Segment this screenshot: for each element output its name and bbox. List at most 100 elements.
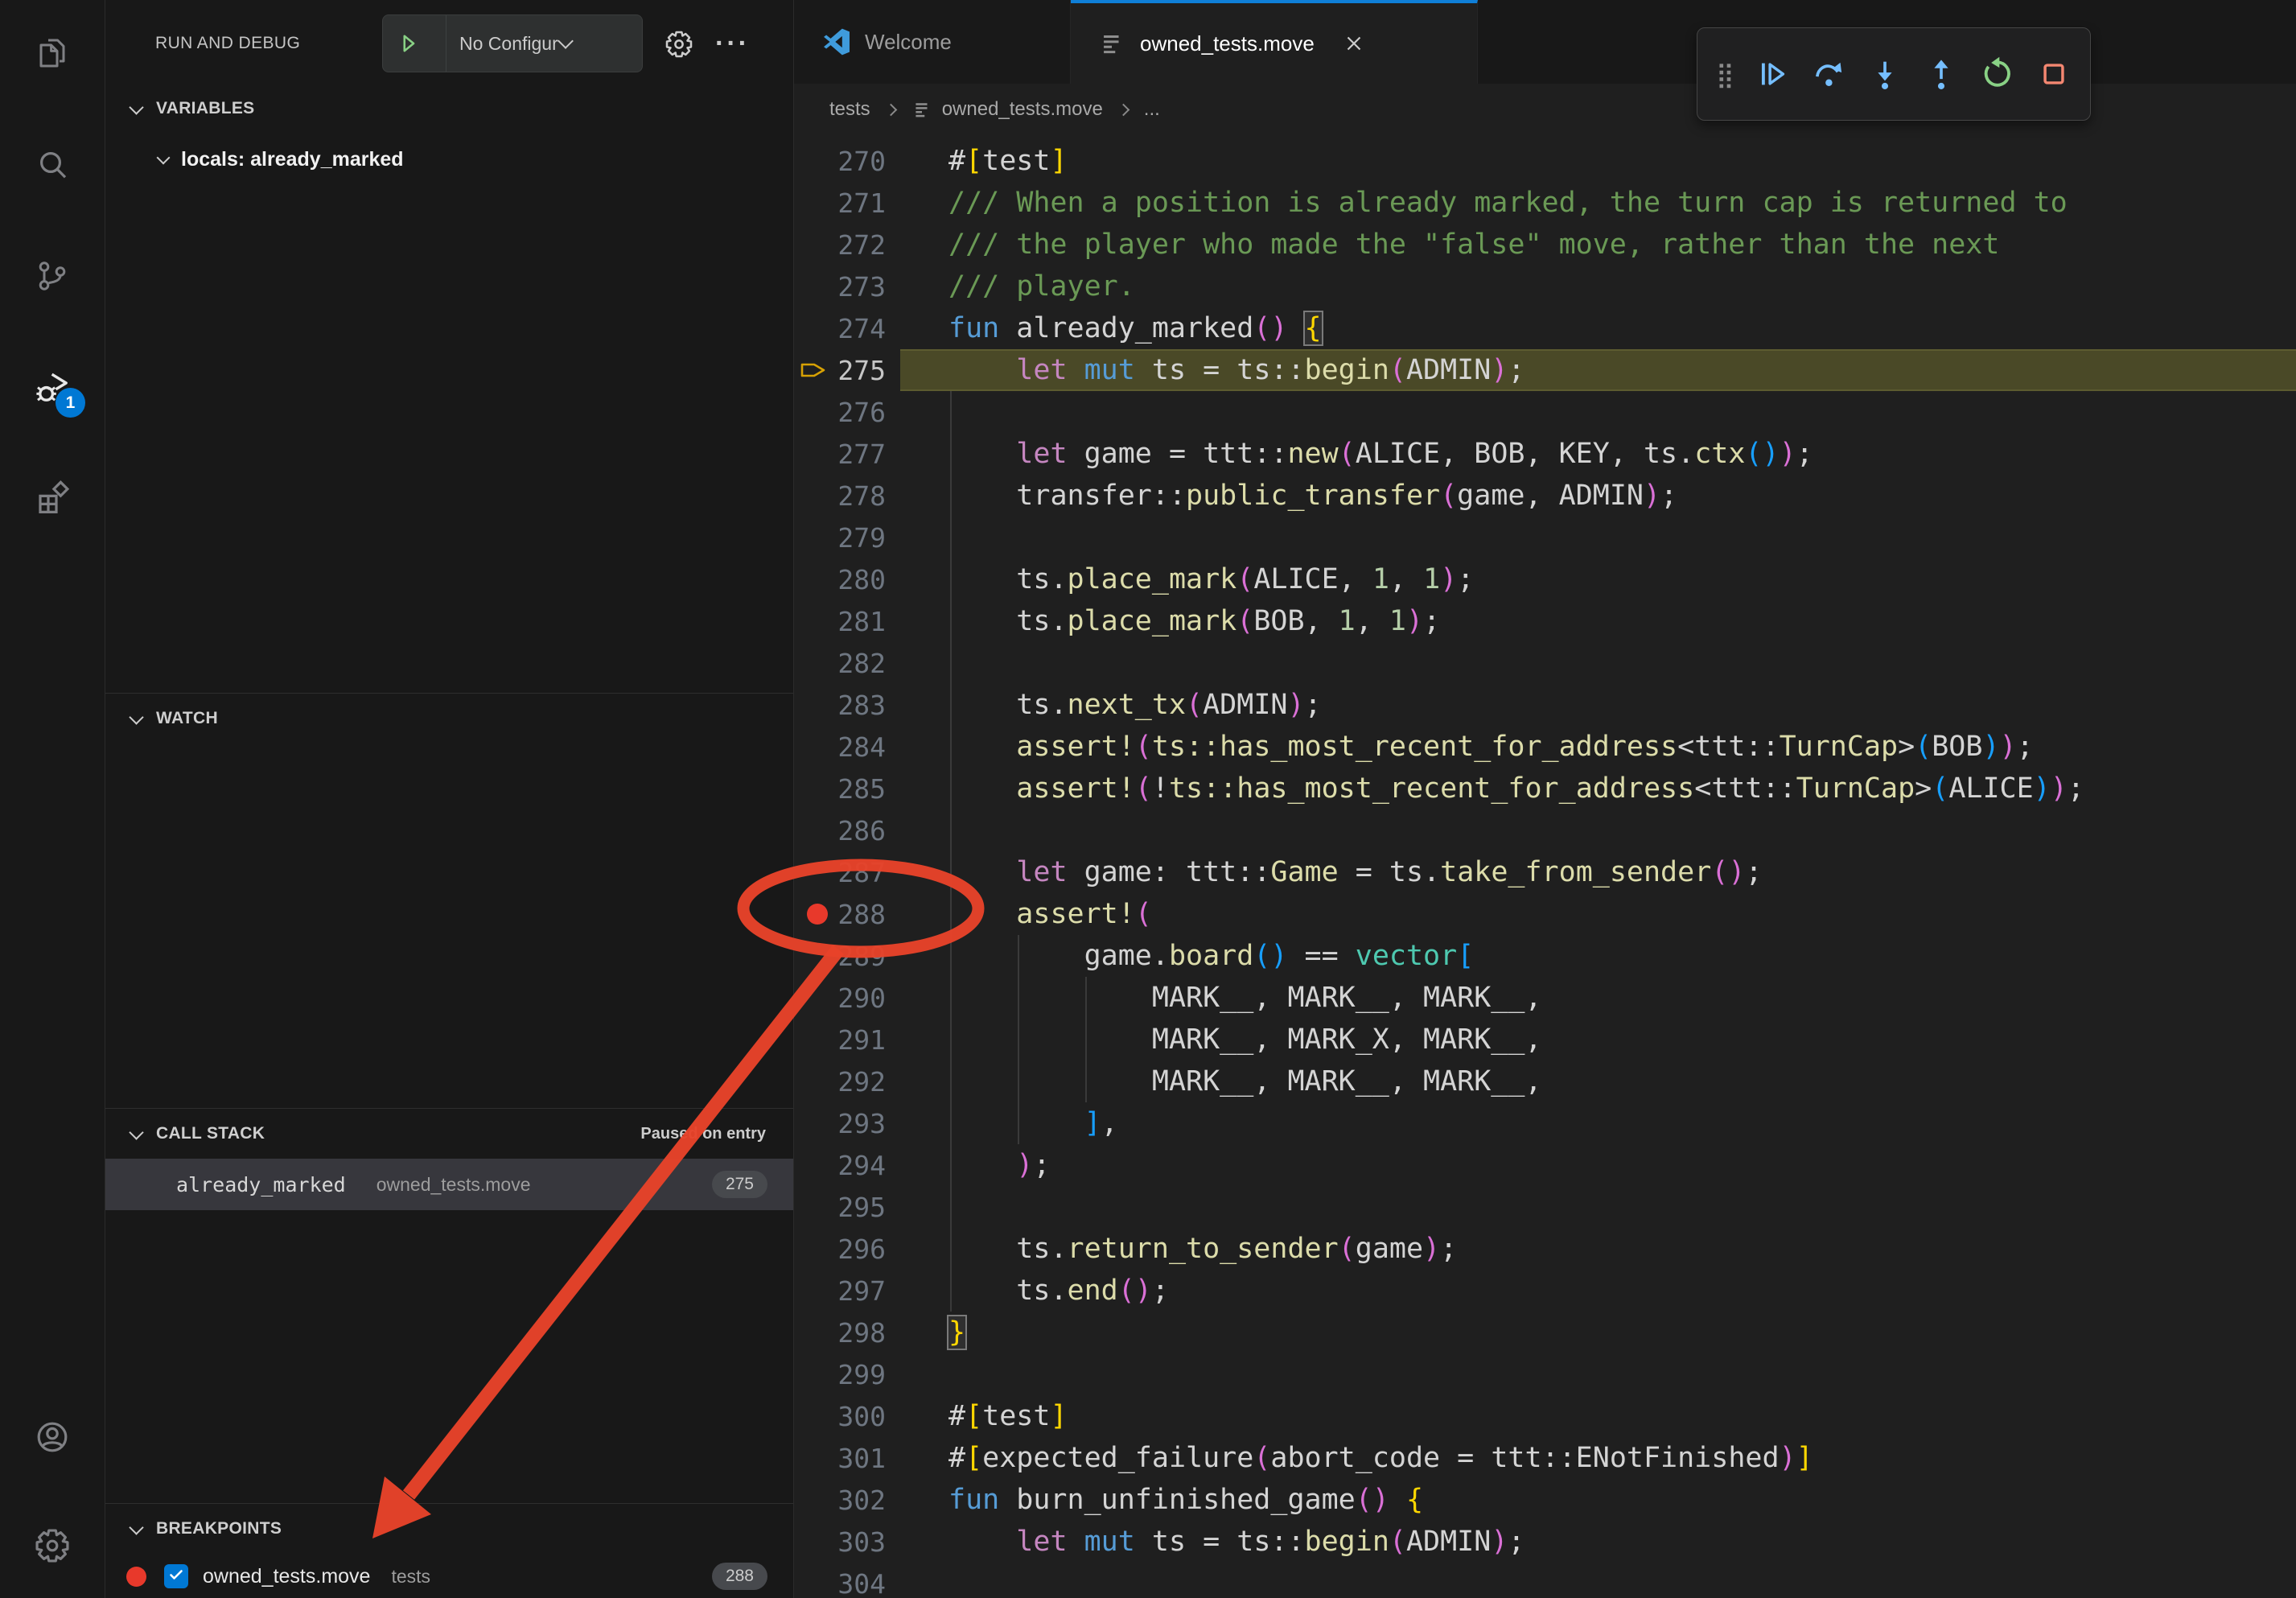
tab-welcome[interactable]: Welcome <box>794 0 1071 84</box>
gutter-cell[interactable]: 296 <box>794 1228 900 1270</box>
code-line-content[interactable]: ], <box>900 1102 2296 1144</box>
gutter-cell[interactable]: 294 <box>794 1144 900 1186</box>
gutter-cell[interactable]: 301 <box>794 1437 900 1479</box>
gutter-cell[interactable]: 293 <box>794 1102 900 1144</box>
gutter-cell[interactable]: 303 <box>794 1521 900 1563</box>
activity-bar-item-settings[interactable] <box>29 1522 76 1569</box>
breadcrumb-item[interactable]: tests <box>829 98 870 121</box>
gutter-cell[interactable]: 281 <box>794 600 900 642</box>
breadcrumb-item[interactable]: owned_tests.move <box>942 98 1103 121</box>
variables-locals-row[interactable]: locals: already_marked <box>105 134 793 185</box>
activity-bar-item-account[interactable] <box>29 1414 76 1460</box>
code-editor[interactable]: 270#[test]271/// When a position is alre… <box>794 135 2296 1598</box>
code-line-content[interactable]: ts.return_to_sender(game); <box>900 1228 2296 1270</box>
gutter-cell[interactable]: 284 <box>794 726 900 768</box>
stop-button[interactable] <box>2026 36 2082 112</box>
gutter-cell[interactable]: 298 <box>794 1312 900 1353</box>
code-line-content[interactable]: #[expected_failure(abort_code = ttt::ENo… <box>900 1437 2296 1479</box>
gutter-cell[interactable]: 299 <box>794 1353 900 1395</box>
code-line-content[interactable] <box>900 1563 2296 1598</box>
gutter-cell[interactable]: 279 <box>794 517 900 558</box>
continue-button[interactable] <box>1744 36 1800 112</box>
gutter-cell[interactable]: 302 <box>794 1479 900 1521</box>
code-line-content[interactable] <box>900 517 2296 558</box>
breakpoint-dot-icon[interactable] <box>807 904 828 925</box>
code-line-content[interactable]: transfer::public_transfer(game, ADMIN); <box>900 475 2296 517</box>
gutter-cell[interactable]: 292 <box>794 1061 900 1102</box>
code-line-content[interactable]: ts.place_mark(BOB, 1, 1); <box>900 600 2296 642</box>
code-line-content[interactable]: ts.place_mark(ALICE, 1, 1); <box>900 558 2296 600</box>
watch-section-header[interactable]: WATCH <box>105 693 793 744</box>
restart-button[interactable] <box>1969 36 2026 112</box>
gutter-cell[interactable]: 271 <box>794 182 900 224</box>
more-actions-button[interactable]: ··· <box>715 0 750 87</box>
code-line-content[interactable]: #[test] <box>900 1395 2296 1437</box>
code-line-content[interactable] <box>900 1353 2296 1395</box>
code-line-content[interactable]: assert!( <box>900 893 2296 935</box>
code-line-content[interactable]: MARK__, MARK__, MARK__, <box>900 977 2296 1019</box>
gutter-cell[interactable]: 270 <box>794 140 900 182</box>
code-line-content[interactable]: assert!(!ts::has_most_recent_for_address… <box>900 768 2296 809</box>
code-line-content[interactable]: /// When a position is already marked, t… <box>900 182 2296 224</box>
gutter-cell[interactable]: 282 <box>794 642 900 684</box>
step-over-button[interactable] <box>1800 36 1857 112</box>
code-line-content[interactable]: MARK__, MARK_X, MARK__, <box>900 1019 2296 1061</box>
code-line-content[interactable] <box>900 642 2296 684</box>
code-line-content[interactable]: let mut ts = ts::begin(ADMIN); <box>900 349 2296 391</box>
code-line-content[interactable]: ); <box>900 1144 2296 1186</box>
gutter-cell[interactable]: 295 <box>794 1186 900 1228</box>
gutter-cell[interactable]: 289 <box>794 935 900 977</box>
activity-bar-item-source-control[interactable] <box>29 253 76 299</box>
debug-settings-gear-icon[interactable] <box>664 29 694 60</box>
code-line-content[interactable]: fun burn_unfinished_game() { <box>900 1479 2296 1521</box>
gutter-cell[interactable]: 286 <box>794 809 900 851</box>
code-line-content[interactable]: ts.end(); <box>900 1270 2296 1312</box>
gutter-cell[interactable]: 291 <box>794 1019 900 1061</box>
activity-bar-item-explorer[interactable] <box>29 29 76 76</box>
code-line-content[interactable]: ts.next_tx(ADMIN); <box>900 684 2296 726</box>
gutter-cell[interactable]: 297 <box>794 1270 900 1312</box>
code-line-content[interactable]: /// the player who made the "false" move… <box>900 224 2296 266</box>
gutter-cell[interactable]: 272 <box>794 224 900 266</box>
activity-bar-item-run-and-debug[interactable]: 1 <box>29 364 76 411</box>
step-into-button[interactable] <box>1857 36 1913 112</box>
breadcrumb-item[interactable]: ... <box>1144 98 1160 121</box>
gutter-cell[interactable]: 290 <box>794 977 900 1019</box>
gutter-cell[interactable]: 277 <box>794 433 900 475</box>
code-line-content[interactable]: let mut ts = ts::begin(ADMIN); <box>900 1521 2296 1563</box>
gutter-cell[interactable]: 280 <box>794 558 900 600</box>
gutter-cell[interactable]: 304 <box>794 1563 900 1598</box>
code-line-content[interactable]: } <box>900 1312 2296 1353</box>
code-line-content[interactable] <box>900 1186 2296 1228</box>
code-line-content[interactable]: game.board() == vector[ <box>900 935 2296 977</box>
activity-bar-item-search[interactable] <box>29 142 76 188</box>
code-line-content[interactable]: MARK__, MARK__, MARK__, <box>900 1061 2296 1102</box>
code-line-content[interactable] <box>900 391 2296 433</box>
gutter-cell[interactable]: 274 <box>794 307 900 349</box>
breakpoint-list-item[interactable]: owned_tests.move tests 288 <box>105 1553 793 1598</box>
variables-section-header[interactable]: VARIABLES <box>105 83 793 134</box>
start-debug-icon[interactable] <box>394 30 422 57</box>
code-line-content[interactable]: fun already_marked() { <box>900 307 2296 349</box>
code-line-content[interactable]: let game: ttt::Game = ts.take_from_sende… <box>900 851 2296 893</box>
gutter-cell[interactable]: 273 <box>794 266 900 307</box>
activity-bar-item-extensions[interactable] <box>29 476 76 523</box>
gutter-cell[interactable]: 287 <box>794 851 900 893</box>
gutter-cell[interactable]: 285 <box>794 768 900 809</box>
breakpoint-checkbox[interactable] <box>164 1564 188 1588</box>
gutter-cell[interactable]: 275 <box>794 349 900 391</box>
close-icon[interactable] <box>1342 31 1366 56</box>
gutter-cell[interactable]: 300 <box>794 1395 900 1437</box>
launch-config-dropdown[interactable]: No Configur <box>382 14 643 72</box>
step-out-button[interactable] <box>1913 36 1969 112</box>
toolbar-drag-grip[interactable] <box>1706 36 1744 112</box>
code-line-content[interactable]: #[test] <box>900 140 2296 182</box>
call-stack-frame-row[interactable]: already_marked owned_tests.move 275 <box>105 1159 793 1210</box>
code-line-content[interactable] <box>900 809 2296 851</box>
tab-owned-tests-move[interactable]: owned_tests.move <box>1071 0 1478 84</box>
gutter-cell[interactable]: 278 <box>794 475 900 517</box>
code-line-content[interactable]: /// player. <box>900 266 2296 307</box>
breakpoints-section-header[interactable]: BREAKPOINTS <box>105 1503 793 1555</box>
gutter-cell[interactable]: 283 <box>794 684 900 726</box>
code-line-content[interactable]: assert!(ts::has_most_recent_for_address<… <box>900 726 2296 768</box>
